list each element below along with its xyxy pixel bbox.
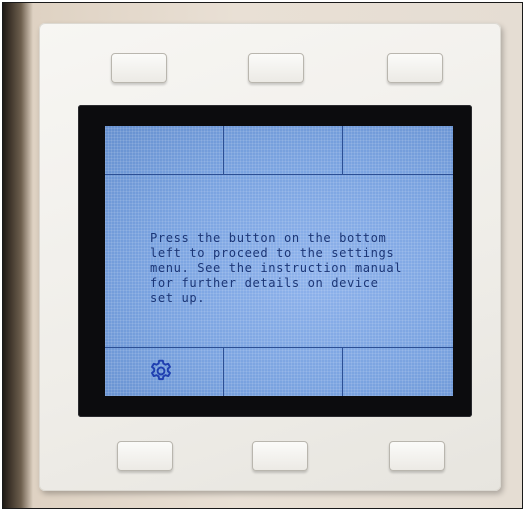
- softkey-settings[interactable]: [105, 348, 222, 396]
- top-status-cell-right: [343, 126, 453, 174]
- message-line-4: for further details on device: [150, 276, 379, 290]
- device-photo: Press the button on the bottom left to p…: [2, 2, 523, 509]
- bottom-middle-hardware-button[interactable]: [252, 441, 308, 471]
- device-faceplate: Press the button on the bottom left to p…: [39, 23, 501, 491]
- wall-shadow: [3, 3, 33, 508]
- top-left-hardware-button[interactable]: [111, 53, 167, 83]
- instruction-message: Press the button on the bottom left to p…: [150, 231, 450, 306]
- top-cell-divider-2: [342, 126, 343, 174]
- bottom-right-hardware-button[interactable]: [389, 441, 445, 471]
- gear-icon: [151, 359, 171, 381]
- message-line-1: Press the button on the bottom: [150, 231, 387, 245]
- message-line-5: set up.: [150, 291, 206, 305]
- display-bezel: Press the button on the bottom left to p…: [78, 105, 472, 417]
- top-divider-line: [105, 174, 453, 175]
- softkey-middle[interactable]: [224, 348, 341, 396]
- lcd-screen: Press the button on the bottom left to p…: [105, 126, 453, 396]
- softkey-right[interactable]: [343, 348, 453, 396]
- top-middle-hardware-button[interactable]: [248, 53, 304, 83]
- top-status-cell-middle: [224, 126, 342, 174]
- bottom-left-hardware-button[interactable]: [117, 441, 173, 471]
- top-cell-divider-1: [223, 126, 224, 174]
- message-line-3: menu. See the instruction manual: [150, 261, 403, 275]
- top-status-cell-left: [105, 126, 223, 174]
- message-line-2: left to proceed to the settings: [150, 246, 395, 260]
- top-right-hardware-button[interactable]: [387, 53, 443, 83]
